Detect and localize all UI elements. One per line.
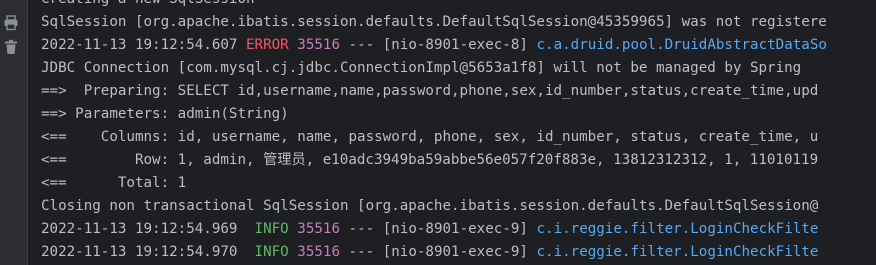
- console-line: SqlSession [org.apache.ibatis.session.de…: [41, 11, 827, 34]
- log-pid: 35516: [297, 37, 340, 53]
- console-line-text: <== Total: 1: [41, 175, 187, 191]
- log-pid: 35516: [297, 221, 340, 237]
- log-thread: [nio-8901-exec-8]: [382, 37, 528, 53]
- run-console-window: Creating a new SqlSession SqlSession [org…: [0, 0, 876, 265]
- console-line-text: JDBC Connection [com.mysql.cj.jdbc.Conne…: [41, 60, 802, 76]
- log-timestamp: 2022-11-13 19:12:54.969: [41, 221, 238, 237]
- log-separator: ---: [348, 244, 375, 260]
- print-button[interactable]: [2, 14, 20, 32]
- trash-icon: [5, 39, 17, 54]
- console-line: <== Row: 1, admin, 管理员, e10adc3949ba59ab…: [41, 149, 827, 172]
- console-line: <== Columns: id, username, name, passwor…: [41, 126, 827, 149]
- log-thread: [nio-8901-exec-9]: [382, 244, 528, 260]
- log-level: ERROR: [246, 37, 289, 53]
- console-lines: Creating a new SqlSession SqlSession [org…: [41, 0, 827, 264]
- console-line: ==> Parameters: admin(String): [41, 103, 827, 126]
- console-line: <== Total: 1: [41, 172, 827, 195]
- console-line: 2022-11-13 19:12:54.970 INFO 35516 --- […: [41, 241, 827, 264]
- log-separator: ---: [348, 221, 375, 237]
- console-line-text: Closing non transactional SqlSession [or…: [41, 198, 819, 214]
- log-level: INFO: [246, 221, 289, 237]
- log-timestamp: 2022-11-13 19:12:54.970: [41, 244, 238, 260]
- log-logger-link[interactable]: c.i.reggie.filter.LoginCheckFilte: [536, 221, 818, 237]
- log-timestamp: 2022-11-13 19:12:54.607: [41, 37, 238, 53]
- print-icon: [4, 15, 18, 31]
- console-output[interactable]: Creating a new SqlSession SqlSession [org…: [28, 0, 876, 265]
- console-line: Closing non transactional SqlSession [or…: [41, 195, 827, 218]
- log-level: INFO: [246, 244, 289, 260]
- console-line: 2022-11-13 19:12:54.969 INFO 35516 --- […: [41, 218, 827, 241]
- console-line-text: ==> Preparing: SELECT id,username,name,p…: [41, 83, 819, 99]
- console-line-text: Creating a new SqlSession: [41, 0, 255, 7]
- console-line-text: SqlSession [org.apache.ibatis.session.de…: [41, 14, 827, 30]
- log-separator: ---: [348, 37, 375, 53]
- clear-all-button[interactable]: [2, 38, 20, 56]
- console-toolbar: [0, 0, 28, 265]
- console-line: 2022-11-13 19:12:54.607 ERROR 35516 --- …: [41, 34, 827, 57]
- log-pid: 35516: [297, 244, 340, 260]
- log-logger-link[interactable]: c.a.druid.pool.DruidAbstractDataSo: [536, 37, 826, 53]
- console-line-text: <== Columns: id, username, name, passwor…: [41, 129, 819, 145]
- console-line: Creating a new SqlSession: [41, 0, 827, 11]
- log-thread: [nio-8901-exec-9]: [382, 221, 528, 237]
- log-logger-link[interactable]: c.i.reggie.filter.LoginCheckFilte: [536, 244, 818, 260]
- console-line-text: <== Row: 1, admin, 管理员, e10adc3949ba59ab…: [41, 152, 819, 168]
- console-line-text: ==> Parameters: admin(String): [41, 106, 289, 122]
- console-line: JDBC Connection [com.mysql.cj.jdbc.Conne…: [41, 57, 827, 80]
- console-line: ==> Preparing: SELECT id,username,name,p…: [41, 80, 827, 103]
